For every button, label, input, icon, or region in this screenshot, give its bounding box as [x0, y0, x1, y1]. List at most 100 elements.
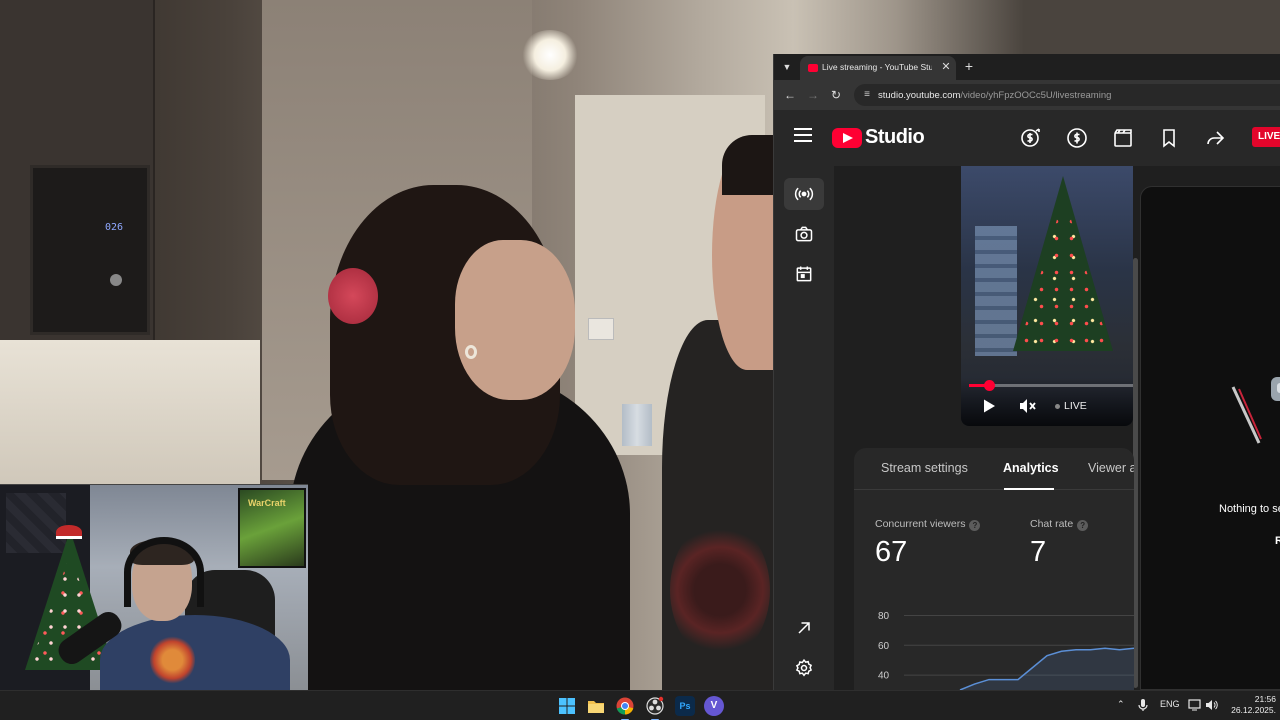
- obs-icon[interactable]: [645, 696, 665, 720]
- person-woman-face: [455, 240, 575, 400]
- chat-empty-text: Nothing to se: [1219, 503, 1280, 515]
- volume-icon[interactable]: [1205, 699, 1218, 711]
- active-tab-indicator: [1004, 488, 1054, 490]
- tab-viewer[interactable]: Viewer a: [1088, 461, 1134, 475]
- kitchen-counter: [0, 340, 260, 490]
- chat-rate-label: Chat rate?: [1030, 518, 1089, 531]
- shirt-print: [670, 520, 770, 660]
- file-explorer-icon[interactable]: [586, 696, 606, 716]
- share-icon[interactable]: [1203, 126, 1227, 150]
- bookmark-icon[interactable]: [1157, 126, 1181, 150]
- tab-search-icon[interactable]: ▼: [779, 59, 795, 75]
- water-bottles: [622, 404, 652, 446]
- chart-area: [960, 648, 1134, 690]
- chat-empty-subtext: R: [1275, 535, 1280, 547]
- chrome-icon[interactable]: [615, 696, 635, 720]
- forward-icon[interactable]: →: [805, 87, 821, 103]
- concurrent-viewers-label-text: Concurrent viewers: [875, 518, 966, 530]
- hair-clip: [328, 268, 378, 324]
- tab-analytics[interactable]: Analytics: [1003, 461, 1059, 475]
- webcam-overlay: WarCraft: [0, 484, 308, 690]
- ceiling-light: [520, 30, 580, 80]
- new-tab-icon[interactable]: +: [961, 58, 977, 74]
- y-tick-label: 80: [878, 611, 890, 622]
- calendar-icon: [796, 266, 812, 282]
- language-indicator[interactable]: ENG: [1160, 699, 1180, 709]
- youtube-favicon-icon: [808, 64, 818, 72]
- network-icon[interactable]: [1188, 699, 1201, 711]
- tab-stream-settings[interactable]: Stream settings: [881, 461, 968, 475]
- url-host: studio.youtube.com: [878, 90, 961, 101]
- clapperboard-icon[interactable]: [1111, 126, 1135, 150]
- camera-icon: [795, 226, 813, 242]
- back-icon[interactable]: ←: [782, 87, 798, 103]
- microwave: [30, 165, 150, 335]
- analytics-tabs: Stream settings Analytics Viewer a: [854, 448, 1134, 490]
- game-poster: WarCraft: [238, 488, 306, 568]
- url-field[interactable]: ≡ studio.youtube.com/video/yhFpzOOCc5U/l…: [854, 84, 1280, 106]
- side-nav-external[interactable]: [784, 612, 824, 644]
- live-stream-icon: [794, 187, 814, 201]
- url-text: studio.youtube.com/video/yhFpzOOCc5U/liv…: [878, 90, 1111, 101]
- y-tick-label: 40: [878, 671, 890, 682]
- studio-wordmark[interactable]: Studio: [865, 126, 925, 149]
- headphones: [124, 537, 204, 607]
- system-clock[interactable]: 21:56 26.12.2025.: [1222, 694, 1276, 716]
- viber-icon[interactable]: V: [704, 696, 724, 716]
- progress-bar[interactable]: [969, 380, 1133, 391]
- player-controls: LIVE: [961, 378, 1133, 426]
- side-nav-manage[interactable]: [784, 258, 824, 290]
- streamer-shirt-print: [150, 635, 195, 685]
- muted-volume-icon[interactable]: [1019, 398, 1037, 414]
- go-live-button[interactable]: LIVE: [1252, 127, 1280, 147]
- help-icon[interactable]: ?: [1077, 520, 1089, 531]
- help-icon[interactable]: ?: [969, 520, 981, 531]
- tab-live-streaming[interactable]: Live streaming - YouTube Studi ✕: [800, 56, 956, 80]
- windows-start-icon[interactable]: [557, 696, 577, 716]
- side-nav-settings[interactable]: [784, 652, 824, 684]
- menu-icon[interactable]: [794, 128, 812, 146]
- stream-preview-player[interactable]: LIVE: [961, 166, 1133, 426]
- progress-scrubber[interactable]: [983, 380, 995, 391]
- external-link-icon: [798, 622, 810, 634]
- preview-shelves: [975, 226, 1017, 356]
- santa-hat: [56, 525, 82, 539]
- concurrent-viewers-value: 67: [875, 536, 908, 568]
- microwave-knob: [110, 274, 122, 286]
- earnings-icon[interactable]: [1065, 126, 1089, 150]
- browser-window: ▼ Live streaming - YouTube Studi ✕ + ← →…: [773, 54, 1280, 690]
- chat-rate-label-text: Chat rate: [1030, 518, 1074, 530]
- clock-time: 21:56: [1254, 694, 1276, 704]
- play-icon[interactable]: [981, 398, 997, 414]
- settings-icon: [795, 658, 813, 677]
- live-label[interactable]: LIVE: [1064, 400, 1087, 412]
- side-nav-stream[interactable]: [784, 178, 824, 210]
- address-bar-row: ← → ↻ ≡ studio.youtube.com/video/yhFpzOO…: [774, 80, 1280, 110]
- reload-icon[interactable]: ↻: [828, 87, 844, 103]
- show-hidden-icons-icon[interactable]: ⌃: [1117, 699, 1125, 710]
- concurrent-viewers-label: Concurrent viewers?: [875, 518, 981, 531]
- microwave-display: 026: [105, 222, 124, 233]
- empty-chat-illustration-icon: [1231, 377, 1280, 444]
- side-nav-webcam[interactable]: [784, 218, 824, 250]
- site-info-icon[interactable]: ≡: [860, 88, 874, 102]
- youtube-logo-icon[interactable]: [832, 128, 862, 148]
- y-tick-label: 60: [878, 641, 890, 652]
- monetization-icon[interactable]: [1019, 126, 1043, 150]
- clock-date: 26.12.2025.: [1231, 705, 1276, 715]
- tab-bar: ▼ Live streaming - YouTube Studi ✕ +: [774, 54, 1280, 80]
- microphone-icon[interactable]: [1138, 698, 1148, 712]
- desktop: 026 WarCraft ▼ Live streaming - YouTube …: [0, 0, 1280, 720]
- photoshop-icon[interactable]: Ps: [675, 696, 695, 716]
- viewers-line-chart: 80 60 40: [878, 611, 1134, 690]
- taskbar: Ps V ⌃ ENG 21:56 26.12.2025.: [0, 690, 1280, 720]
- studio-side-nav: [774, 166, 834, 690]
- earring: [465, 345, 477, 359]
- url-path: /video/yhFpzOOCc5U/livestreaming: [960, 90, 1112, 101]
- studio-main: LIVE Nothing to se R Stream settings Ana…: [834, 166, 1280, 690]
- tab-title: Live streaming - YouTube Studi: [822, 62, 932, 72]
- close-tab-icon[interactable]: ✕: [939, 60, 953, 74]
- analytics-card: Stream settings Analytics Viewer a Concu…: [854, 448, 1134, 690]
- chat-panel: Nothing to se R: [1140, 186, 1280, 690]
- live-indicator-dot: [1055, 404, 1060, 409]
